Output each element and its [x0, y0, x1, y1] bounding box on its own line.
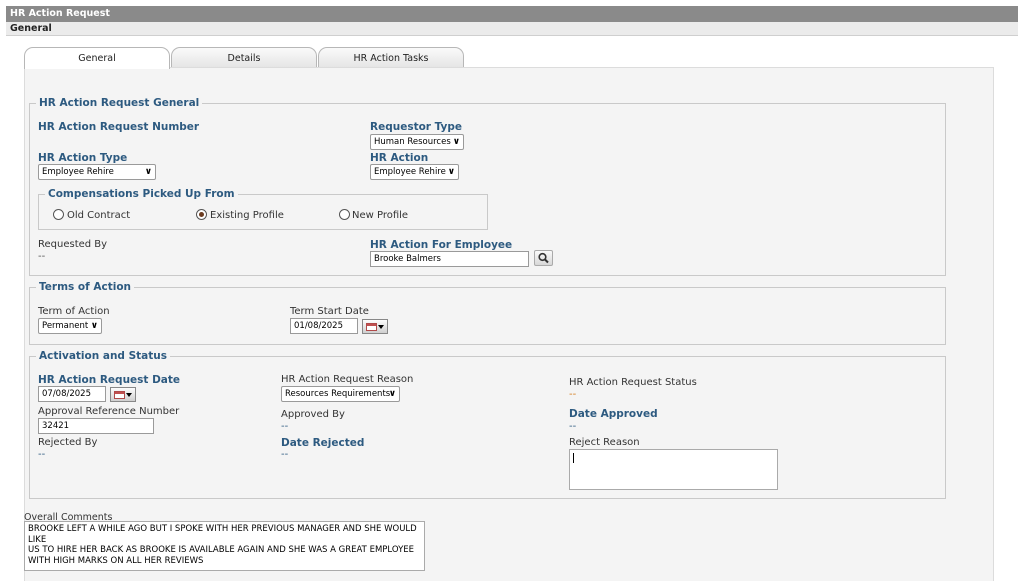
rejected-by-value: --	[38, 449, 46, 460]
action-select[interactable]: Employee Rehire ∨	[370, 164, 459, 180]
chevron-down-icon	[126, 393, 132, 397]
activation-legend: Activation and Status	[36, 350, 171, 362]
request-reason-label: HR Action Request Reason	[281, 374, 414, 385]
action-value: Employee Rehire	[374, 167, 446, 177]
requested-by-label: Requested By	[38, 239, 108, 250]
term-start-date-picker[interactable]	[362, 319, 388, 334]
old-contract-radio[interactable]	[53, 209, 64, 220]
term-of-action-value: Permanent	[42, 321, 89, 331]
action-type-select[interactable]: Employee Rehire ∨	[38, 164, 156, 180]
chevron-down-icon: ∨	[388, 389, 396, 399]
approved-by-value: --	[281, 421, 289, 432]
existing-profile-radio[interactable]	[196, 209, 207, 220]
request-date-field[interactable]: 07/08/2025	[38, 386, 106, 402]
reject-reason-textarea[interactable]	[569, 449, 778, 490]
request-reason-select[interactable]: Resources Requirements ∨	[281, 386, 400, 402]
term-of-action-select[interactable]: Permanent ∨	[38, 318, 102, 334]
overall-comments-textarea[interactable]: BROOKE LEFT A WHILE AGO BUT I SPOKE WITH…	[24, 521, 425, 571]
approval-ref-label: Approval Reference Number	[38, 406, 180, 417]
chevron-down-icon: ∨	[144, 167, 152, 177]
chevron-down-icon: ∨	[452, 137, 460, 147]
reject-reason-label: Reject Reason	[569, 437, 640, 448]
rejected-by-label: Rejected By	[38, 437, 98, 448]
requestor-type-label: Requestor Type	[370, 121, 463, 133]
comment-line: WITH HIGH MARKS ON ALL HER REVIEWS	[28, 555, 204, 566]
request-status-value: --	[569, 389, 577, 400]
compensations-fieldset: Compensations Picked Up From Old Contrac…	[38, 188, 488, 230]
compensations-legend: Compensations Picked Up From	[45, 188, 238, 200]
comment-line: BROOKE LEFT A WHILE AGO BUT I SPOKE WITH…	[28, 524, 417, 545]
new-profile-label: New Profile	[352, 210, 409, 221]
approved-by-label: Approved By	[281, 409, 345, 420]
terms-legend: Terms of Action	[36, 281, 135, 293]
request-status-label: HR Action Request Status	[569, 377, 697, 388]
general-fieldset: HR Action Request General HR Action Requ…	[29, 97, 946, 276]
term-of-action-label: Term of Action	[38, 306, 110, 317]
date-approved-label: Date Approved	[569, 408, 658, 420]
request-date-picker[interactable]	[110, 387, 136, 402]
calendar-icon	[366, 323, 377, 331]
request-reason-value: Resources Requirements	[285, 389, 391, 399]
requestor-type-select[interactable]: Human Resources ∨	[370, 134, 464, 150]
tab-panel-general: HR Action Request General HR Action Requ…	[24, 67, 994, 581]
term-start-date-label: Term Start Date	[290, 306, 369, 317]
request-date-label: HR Action Request Date	[38, 374, 181, 386]
general-legend: HR Action Request General	[36, 97, 203, 109]
requestor-type-value: Human Resources	[374, 137, 451, 147]
date-rejected-value: --	[281, 449, 289, 460]
section-title: General	[6, 22, 1018, 36]
tab-hr-action-tasks[interactable]: HR Action Tasks	[318, 47, 464, 68]
activation-fieldset: Activation and Status HR Action Request …	[29, 350, 946, 499]
chevron-down-icon	[378, 325, 384, 329]
approval-ref-field[interactable]: 32421	[38, 418, 154, 434]
action-label: HR Action	[370, 152, 429, 164]
date-approved-value: --	[569, 421, 577, 432]
comment-line: US TO HIRE HER BACK AS BROOKE IS AVAILAB…	[28, 545, 415, 555]
action-type-value: Employee Rehire	[42, 167, 114, 177]
search-icon	[538, 252, 549, 264]
action-type-label: HR Action Type	[38, 152, 128, 164]
old-contract-label: Old Contract	[67, 210, 131, 221]
request-number-label: HR Action Request Number	[38, 121, 200, 133]
tab-general[interactable]: General	[24, 47, 170, 69]
requested-by-value: --	[38, 251, 46, 262]
calendar-icon	[114, 391, 125, 399]
term-start-date-field[interactable]: 01/08/2025	[290, 318, 358, 334]
for-employee-field[interactable]: Brooke Balmers	[370, 251, 529, 267]
text-cursor	[573, 453, 574, 463]
terms-fieldset: Terms of Action Term of Action Permanent…	[29, 281, 946, 345]
chevron-down-icon: ∨	[90, 321, 98, 331]
employee-search-button[interactable]	[534, 250, 553, 266]
existing-profile-label: Existing Profile	[210, 210, 284, 221]
window-title: HR Action Request	[6, 6, 1018, 22]
tab-details[interactable]: Details	[171, 47, 317, 68]
for-employee-label: HR Action For Employee	[370, 239, 513, 251]
new-profile-radio[interactable]	[339, 209, 350, 220]
date-rejected-label: Date Rejected	[281, 437, 365, 449]
chevron-down-icon: ∨	[447, 167, 455, 177]
